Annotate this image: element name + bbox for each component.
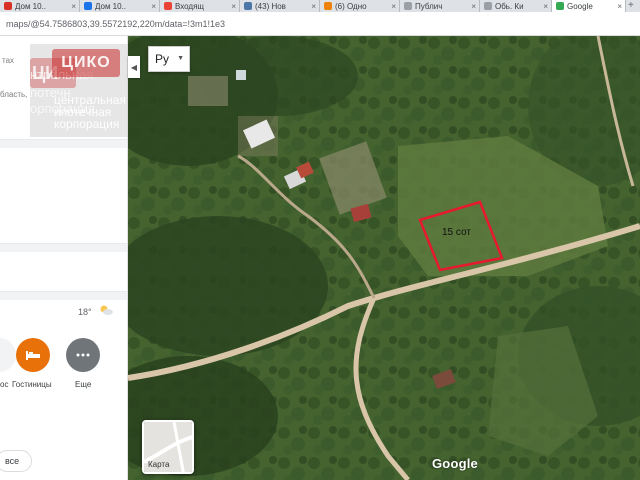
category-partial-label: ос <box>0 380 9 389</box>
all-button[interactable]: все <box>0 450 32 472</box>
plot-area-label: 15 сот <box>442 227 471 238</box>
language-select[interactable]: Ру ▼ <box>148 46 190 72</box>
close-icon[interactable]: × <box>71 2 79 11</box>
tab-8-active[interactable]: Google × <box>552 0 626 12</box>
close-icon[interactable]: × <box>231 2 239 11</box>
close-icon[interactable]: × <box>543 2 551 11</box>
browser-tab-strip: Дом 10.. × Дом 10.. × Входящ × (43) Нов … <box>0 0 640 12</box>
place-card-mid <box>0 148 127 244</box>
more-categories-button[interactable] <box>66 338 100 372</box>
url-text[interactable]: maps/@54.7586803,39.5572192,220m/data=!3… <box>0 19 225 29</box>
all-label: все <box>5 456 20 466</box>
doc-icon <box>484 2 492 10</box>
close-icon[interactable]: × <box>471 2 479 11</box>
tab-6[interactable]: Публич × <box>400 0 480 12</box>
tab-7[interactable]: Обь. Ки × <box>480 0 552 12</box>
map-type-label: Карта <box>148 460 170 469</box>
close-icon[interactable]: × <box>151 2 159 11</box>
ok-icon <box>324 2 332 10</box>
place-card-small <box>0 252 127 292</box>
partly-cloudy-icon <box>100 305 113 315</box>
tab-label: Публич <box>415 1 443 11</box>
watermark-line-3: корпорация <box>54 117 120 131</box>
tab-label: (43) Нов <box>255 1 286 11</box>
building <box>236 70 246 80</box>
close-icon[interactable]: × <box>391 2 399 11</box>
tab-1[interactable]: Дом 10.. × <box>0 0 80 12</box>
gmail-icon <box>164 2 172 10</box>
temperature-text: 18° <box>78 307 92 317</box>
close-icon[interactable]: × <box>311 2 319 11</box>
tab-label: Дом 10.. <box>15 1 47 11</box>
panel-snippet: бласть, <box>0 90 28 99</box>
satellite-map[interactable]: Ру ▼ 15 сот Карта Google <box>128 36 640 480</box>
tab-5[interactable]: (6) Одно × <box>320 0 400 12</box>
tab-favicon-icon <box>84 2 92 10</box>
chevron-down-icon: ▼ <box>177 55 184 62</box>
watermark-logo: ЦИКО <box>52 49 120 77</box>
address-bar[interactable]: maps/@54.7586803,39.5572192,220m/data=!3… <box>0 12 640 36</box>
tab-3[interactable]: Входящ × <box>160 0 240 12</box>
map-type-toggle[interactable]: Карта <box>142 420 194 474</box>
tab-label: Google <box>567 1 593 11</box>
hotels-button[interactable] <box>16 338 50 372</box>
panel-snippet: тах <box>2 56 15 65</box>
bed-icon <box>26 351 40 360</box>
maps-pin-icon <box>556 2 564 10</box>
new-tab-button[interactable]: + <box>628 0 634 12</box>
more-icon <box>76 353 90 357</box>
tab-2[interactable]: Дом 10.. × <box>80 0 160 12</box>
satellite-imagery <box>128 36 640 480</box>
village-plot <box>188 76 228 106</box>
category-partial-button[interactable] <box>0 338 16 372</box>
tab-favicon-icon <box>4 2 12 10</box>
tab-label: Обь. Ки <box>495 1 524 11</box>
google-logo: Google <box>432 456 478 471</box>
tab-label: Дом 10.. <box>95 1 127 11</box>
doc-icon <box>404 2 412 10</box>
tab-4[interactable]: (43) Нов × <box>240 0 320 12</box>
close-icon[interactable]: × <box>617 2 625 11</box>
tab-label: Входящ <box>175 1 205 11</box>
panel-divider <box>0 244 127 252</box>
tab-label: (6) Одно <box>335 1 367 11</box>
panel-divider <box>0 140 127 148</box>
collapse-panel-button[interactable]: ◀ <box>128 56 140 78</box>
vk-icon <box>244 2 252 10</box>
more-label: Еще <box>75 380 92 389</box>
hotels-label: Гостиницы <box>12 380 52 389</box>
panel-divider <box>0 292 127 300</box>
chevron-left-icon: ◀ <box>130 62 138 72</box>
language-value: Ру <box>155 52 170 66</box>
